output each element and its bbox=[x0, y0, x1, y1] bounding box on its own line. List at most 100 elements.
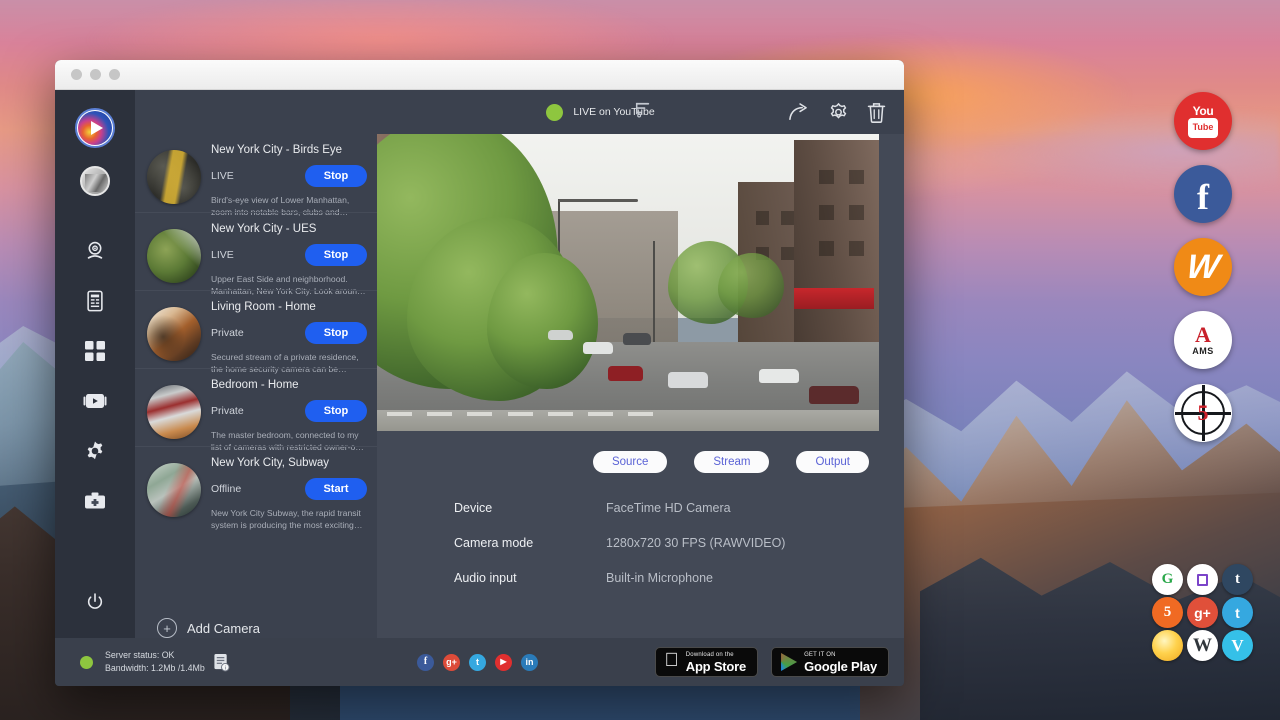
desktop-mini-five[interactable]: 5 bbox=[1152, 597, 1183, 628]
camera-list-item[interactable]: Bedroom - Home Private Stop The master b… bbox=[135, 368, 377, 446]
camera-toggle-button[interactable]: Start bbox=[305, 478, 367, 500]
camera-list-item[interactable]: New York City - UES LIVE Stop Upper East… bbox=[135, 212, 377, 290]
detail-value[interactable]: 1280x720 30 FPS (RAWVIDEO) bbox=[606, 536, 785, 550]
sidebar-item-dashboard[interactable] bbox=[55, 326, 135, 376]
grid-icon bbox=[84, 340, 106, 362]
google-plus-icon[interactable]: g+ bbox=[443, 654, 460, 671]
document-info-icon[interactable]: i bbox=[213, 653, 230, 672]
camera-list-item[interactable]: Living Room - Home Private Stop Secured … bbox=[135, 290, 377, 368]
sidebar-item-settings[interactable] bbox=[55, 426, 135, 476]
camera-description: New York City Subway, the rapid transit … bbox=[211, 508, 367, 532]
desktop-mini-gmail[interactable]: G bbox=[1152, 564, 1183, 595]
sort-lines-icon[interactable] bbox=[635, 101, 652, 118]
app-window: New York City - Birds Eye LIVE Stop Bird… bbox=[55, 60, 904, 686]
tumblr-glyph: t bbox=[1235, 572, 1240, 587]
google-play-badge[interactable]: GET IT ON Google Play bbox=[771, 647, 889, 677]
youtube-icon[interactable]: ▶ bbox=[495, 654, 512, 671]
camera-list-item[interactable]: New York City - Birds Eye LIVE Stop Bird… bbox=[135, 134, 377, 212]
window-maximize-button[interactable] bbox=[109, 69, 120, 80]
detail-label: Camera mode bbox=[454, 536, 606, 550]
power-button[interactable] bbox=[55, 592, 135, 612]
window-titlebar[interactable] bbox=[55, 60, 904, 90]
desktop-icon-youtube[interactable]: You Tube bbox=[1174, 92, 1232, 150]
sidebar-item-toolkit[interactable] bbox=[55, 476, 135, 526]
desktop-dock-right: You Tube f W A AMS 5 bbox=[1172, 92, 1234, 442]
window-minimize-button[interactable] bbox=[90, 69, 101, 80]
camera-toggle-button[interactable]: Stop bbox=[305, 400, 367, 422]
five-glyph: 5 bbox=[1164, 605, 1172, 620]
sidebar-item-player[interactable] bbox=[55, 376, 135, 426]
desktop-mini-vimeo[interactable]: V bbox=[1222, 630, 1253, 661]
camera-toggle-button[interactable]: Stop bbox=[305, 165, 367, 187]
google-play-small-text: GET IT ON bbox=[804, 652, 877, 658]
google-play-logo-icon bbox=[781, 653, 797, 671]
google-play-big-text: Google Play bbox=[804, 660, 877, 673]
desktop-mini-twitch[interactable] bbox=[1187, 564, 1218, 595]
sidebar-item-avatar[interactable] bbox=[80, 166, 110, 196]
topbar-actions bbox=[788, 102, 886, 123]
power-icon bbox=[85, 592, 105, 612]
ams-caption: AMS bbox=[1192, 347, 1214, 356]
desktop-mini-flower[interactable] bbox=[1152, 630, 1183, 661]
linkedin-icon[interactable]: in bbox=[521, 654, 538, 671]
desktop-icon-flash-media-server[interactable]: 5 bbox=[1174, 384, 1232, 442]
tab-source[interactable]: Source bbox=[593, 451, 667, 473]
main-content: LIVE on YouTube bbox=[377, 90, 904, 638]
status-bar: Server status: OK Bandwidth: 1.2Mb /1.4M… bbox=[55, 638, 904, 686]
camera-title: New York City - UES bbox=[211, 223, 367, 235]
camera-thumbnail bbox=[147, 385, 201, 439]
desktop-mini-tumblr[interactable]: t bbox=[1222, 564, 1253, 595]
gear-icon[interactable] bbox=[828, 102, 849, 123]
gmail-glyph: G bbox=[1162, 572, 1174, 587]
fms-5-glyph: 5 bbox=[1198, 400, 1209, 426]
server-status-line: Server status: OK bbox=[105, 649, 205, 662]
desktop-icon-wowza[interactable]: W bbox=[1174, 238, 1232, 296]
tab-output[interactable]: Output bbox=[796, 451, 869, 473]
document-icon bbox=[85, 290, 105, 312]
camera-toggle-button[interactable]: Stop bbox=[305, 244, 367, 266]
twitter-icon[interactable]: t bbox=[469, 654, 486, 671]
video-preview[interactable] bbox=[377, 134, 879, 431]
status-indicator-dot bbox=[80, 656, 93, 669]
camera-list[interactable]: New York City - Birds Eye LIVE Stop Bird… bbox=[135, 134, 377, 592]
desktop-icon-adobe-ams[interactable]: A AMS bbox=[1174, 311, 1232, 369]
desktop-mini-google-plus[interactable]: g+ bbox=[1187, 597, 1218, 628]
status-text: Server status: OK Bandwidth: 1.2Mb /1.4M… bbox=[105, 649, 205, 675]
add-camera-label: Add Camera bbox=[187, 621, 260, 636]
gear-icon bbox=[84, 440, 106, 462]
sidebar-item-camera[interactable] bbox=[55, 226, 135, 276]
app-store-badge[interactable]:  Download on the App Store bbox=[655, 647, 759, 677]
facebook-icon[interactable]: f bbox=[417, 654, 434, 671]
sidebar-item-logs[interactable] bbox=[55, 276, 135, 326]
window-close-button[interactable] bbox=[71, 69, 82, 80]
detail-value[interactable]: Built-in Microphone bbox=[606, 571, 713, 585]
store-badges:  Download on the App Store GET IT ON Go… bbox=[655, 647, 890, 677]
tab-stream[interactable]: Stream bbox=[694, 451, 769, 473]
detail-row-audio-input: Audio input Built-in Microphone bbox=[454, 571, 904, 585]
live-indicator-dot bbox=[546, 104, 563, 121]
add-camera-button[interactable]: + Add Camera bbox=[135, 592, 377, 638]
desktop-icon-facebook[interactable]: f bbox=[1174, 165, 1232, 223]
camera-thumbnail bbox=[147, 150, 201, 204]
detail-row-camera-mode: Camera mode 1280x720 30 FPS (RAWVIDEO) bbox=[454, 536, 904, 550]
desktop-mini-wordpress[interactable]: W bbox=[1187, 630, 1218, 661]
vimeo-glyph: V bbox=[1231, 637, 1243, 654]
youtube-tube-box: Tube bbox=[1188, 118, 1218, 138]
desktop-mini-twitter[interactable]: t bbox=[1222, 597, 1253, 628]
share-arrow-icon[interactable] bbox=[788, 102, 810, 122]
camera-state: Private bbox=[211, 327, 244, 339]
detail-value[interactable]: FaceTime HD Camera bbox=[606, 501, 731, 515]
source-details: Device FaceTime HD Camera Camera mode 12… bbox=[377, 473, 904, 606]
camera-toggle-button[interactable]: Stop bbox=[305, 322, 367, 344]
app-logo[interactable] bbox=[75, 108, 115, 148]
apple-logo-icon:  bbox=[665, 651, 679, 670]
settings-tabs: Source Stream Output bbox=[377, 431, 904, 473]
main-topbar: LIVE on YouTube bbox=[377, 90, 904, 134]
trash-icon[interactable] bbox=[867, 102, 886, 123]
camera-state: LIVE bbox=[211, 170, 234, 182]
camera-title: Bedroom - Home bbox=[211, 379, 367, 391]
camera-thumbnail bbox=[147, 307, 201, 361]
wordpress-glyph: W bbox=[1193, 636, 1212, 655]
camera-list-item[interactable]: New York City, Subway Offline Start New … bbox=[135, 446, 377, 524]
camera-list-header bbox=[135, 90, 377, 134]
